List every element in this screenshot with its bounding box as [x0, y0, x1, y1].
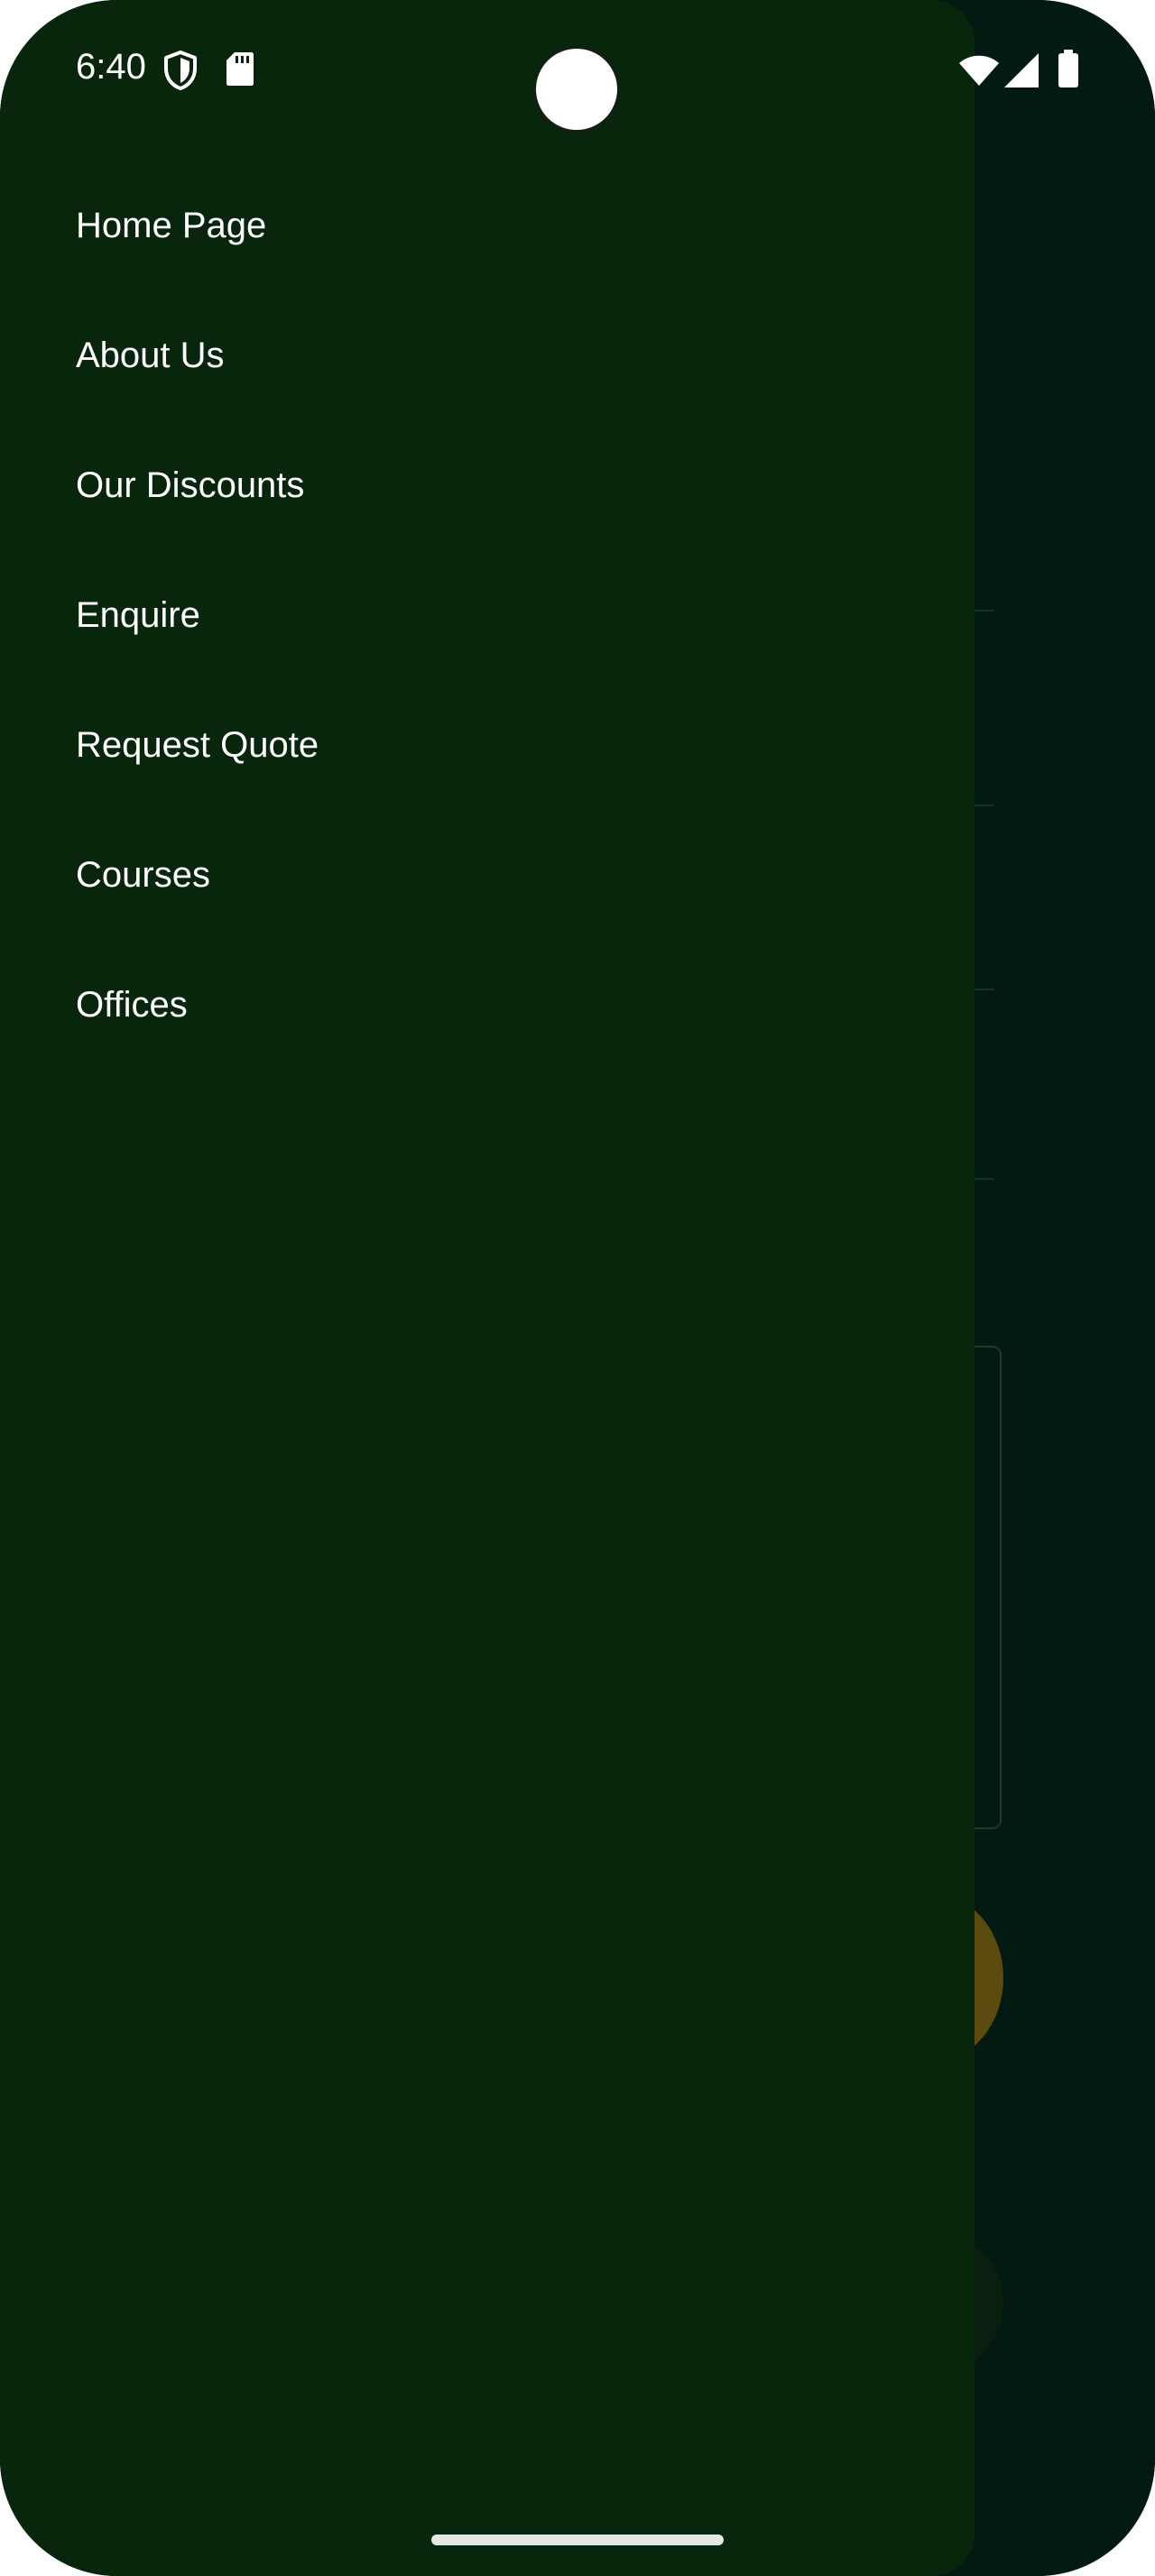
background-divider [975, 805, 994, 806]
drawer-item-request-quote[interactable]: Request Quote [0, 680, 975, 810]
background-divider [975, 610, 994, 612]
drawer-item-label: Offices [76, 984, 188, 1025]
status-time: 6:40 [76, 47, 146, 87]
drawer-item-label: Enquire [76, 594, 200, 635]
front-camera [534, 47, 619, 132]
status-bar: 6:40 [0, 0, 1155, 141]
home-indicator[interactable] [431, 2535, 724, 2545]
navigation-drawer: Home Page About Us Our Discounts Enquire… [0, 0, 975, 2576]
drawer-item-label: Home Page [76, 205, 267, 245]
shield-icon [164, 51, 197, 90]
drawer-item-label: Request Quote [76, 724, 319, 765]
background-divider [975, 1178, 994, 1180]
drawer-item-offices[interactable]: Offices [0, 940, 975, 1070]
battery-icon [1058, 50, 1078, 87]
drawer-item-enquire[interactable]: Enquire [0, 550, 975, 680]
drawer-item-home-page[interactable]: Home Page [0, 161, 975, 290]
drawer-item-courses[interactable]: Courses [0, 810, 975, 940]
drawer-item-label: Courses [76, 854, 210, 895]
drawer-menu: Home Page About Us Our Discounts Enquire… [0, 161, 975, 1070]
drawer-item-label: About Us [76, 335, 225, 375]
cell-signal-icon [1004, 53, 1039, 87]
device-screen: Home Page About Us Our Discounts Enquire… [0, 0, 1155, 2576]
background-divider [975, 989, 994, 990]
wifi-icon [959, 55, 999, 86]
drawer-item-about-us[interactable]: About Us [0, 290, 975, 420]
drawer-item-our-discounts[interactable]: Our Discounts [0, 420, 975, 550]
drawer-item-label: Our Discounts [76, 465, 305, 505]
sd-card-icon [226, 52, 254, 86]
